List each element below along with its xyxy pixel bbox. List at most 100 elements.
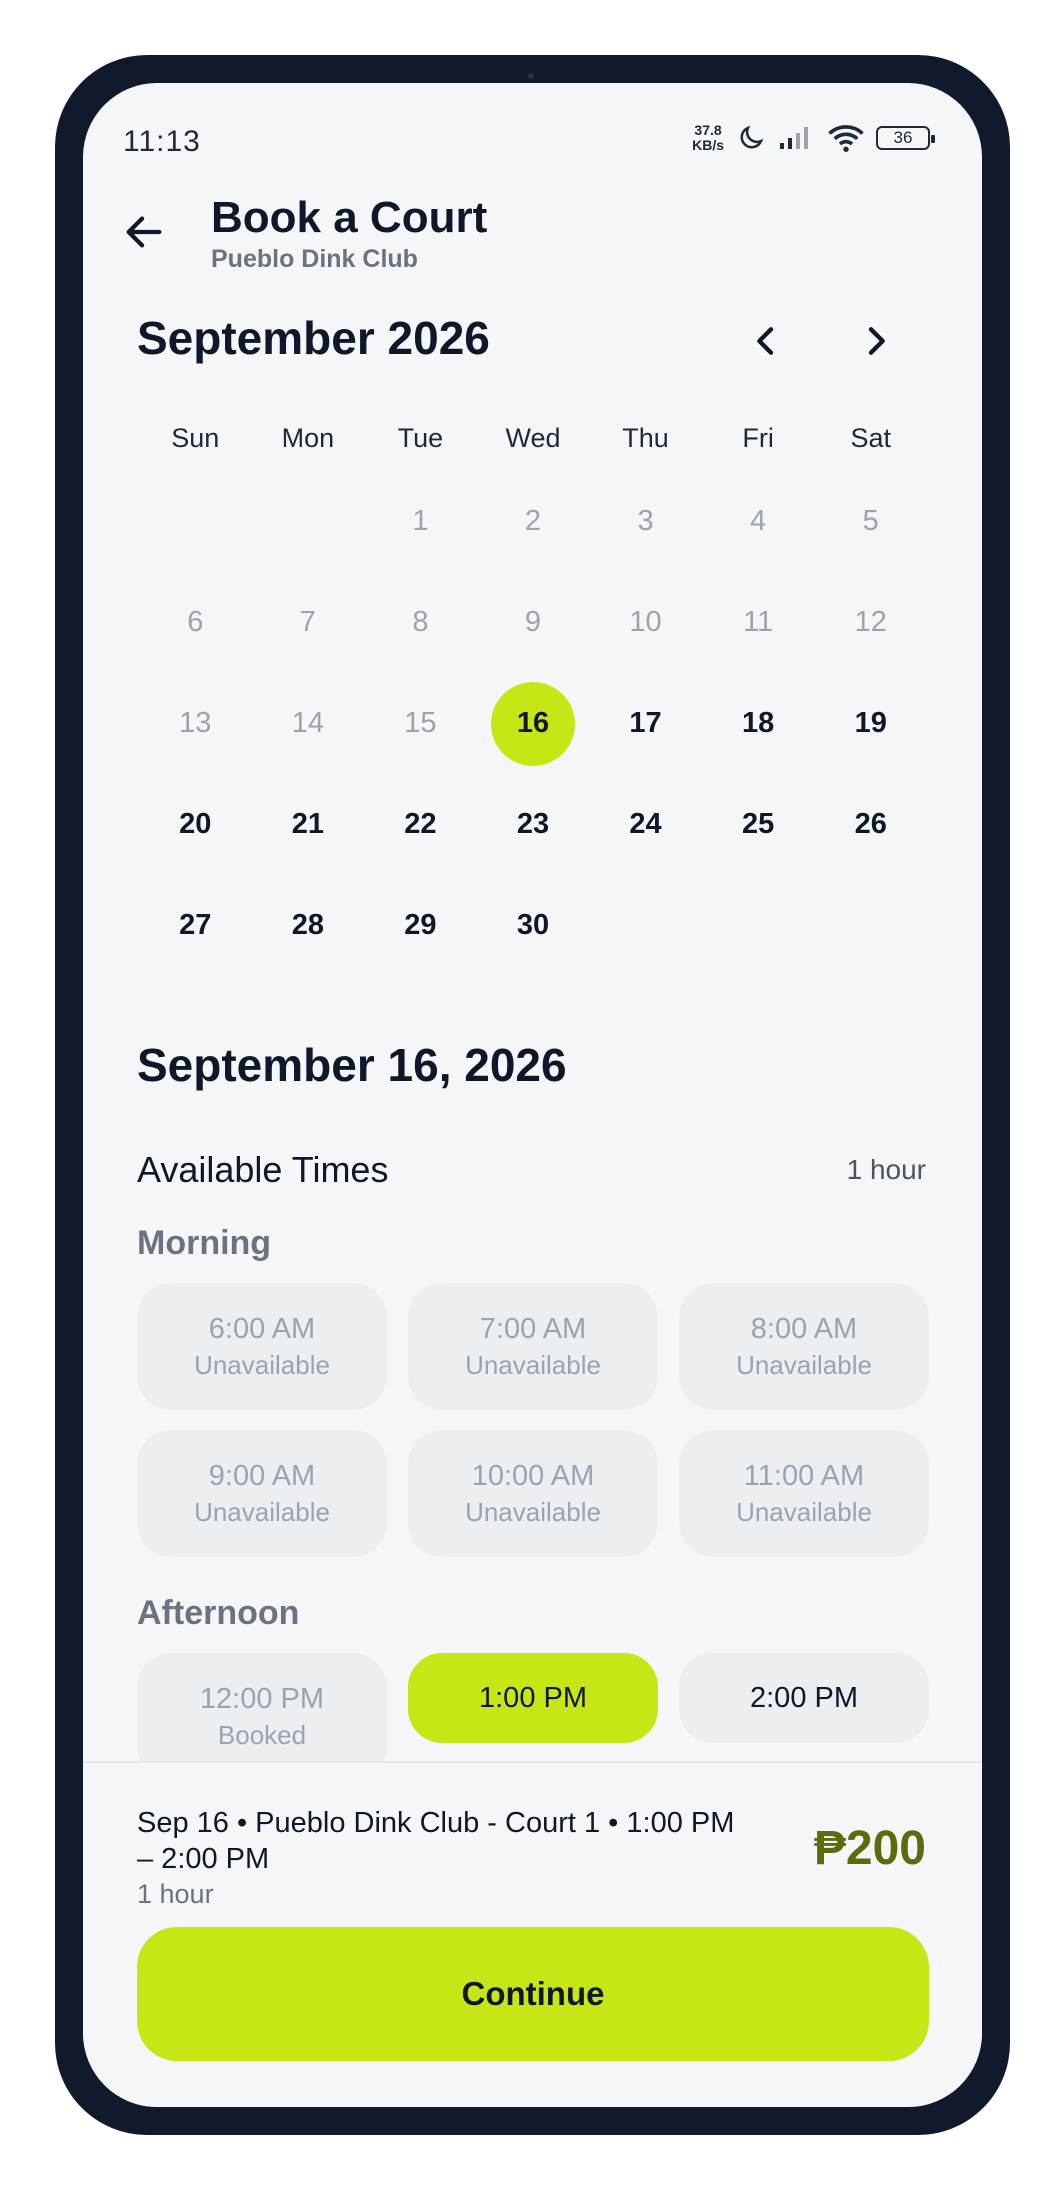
calendar-day: 13 [139,673,252,774]
month-title: September 2026 [137,312,490,364]
calendar-empty-cell [139,471,252,572]
time-slot-time: 9:00 AM [208,1459,316,1492]
calendar-day[interactable]: 19 [814,673,927,774]
calendar-day-number: 29 [404,909,437,941]
calendar-empty-cell [252,471,365,572]
calendar-day-selected[interactable]: 16 [477,673,590,774]
booking-price: ₱200 [813,1822,926,1875]
morning-slots: 6:00 AM Unavailable 7:00 AM Unavailable 8:00… [137,1283,929,1557]
calendar-day-number: 1 [412,505,429,537]
time-slot[interactable]: 2:00 PM [679,1653,929,1743]
time-slot-time: 6:00 AM [208,1312,316,1345]
time-slot: 10:00 AM Unavailable [408,1430,658,1557]
time-slot: 8:00 AM Unavailable [679,1283,929,1410]
moon-icon [740,125,764,149]
calendar-day[interactable]: 29 [364,875,477,976]
time-slot-time: 8:00 AM [750,1312,858,1345]
time-slot-status: Unavailable [736,1496,872,1527]
calendar-day-number: 10 [629,606,662,638]
calendar-day[interactable]: 23 [477,774,590,875]
time-slot-time: 10:00 AM [471,1459,595,1492]
calendar: Sun Mon Tue Wed Thu Fri Sat 1 2 3 4 5 6 7 8 9 10 11 12 13 1… [139,413,927,976]
continue-button[interactable]: Continue [137,1927,929,2061]
calendar-day[interactable]: 30 [477,875,590,976]
calendar-day-number: 8 [412,606,429,638]
time-slot-status: Unavailable [736,1349,872,1380]
battery-icon: 36 [876,126,935,150]
booking-duration: 1 hour [137,1879,214,1909]
weekday-row: Sun Mon Tue Wed Thu Fri Sat [139,413,927,463]
calendar-day-number: 17 [629,707,662,739]
afternoon-label: Afternoon [137,1594,300,1632]
calendar-day: 12 [814,572,927,673]
calendar-day-number: 3 [637,505,654,537]
duration-label: 1 hour [846,1154,926,1185]
weekday-label: Tue [397,423,444,453]
calendar-day-number: 25 [741,808,775,840]
time-slot-status: Unavailable [194,1496,330,1527]
calendar-day-number: 26 [854,808,887,840]
page-subtitle: Pueblo Dink Club [211,245,418,273]
time-slot-status: Booked [217,1719,307,1750]
calendar-day-number: 18 [741,707,775,739]
calendar-day-number: 4 [750,505,767,537]
calendar-day: 4 [702,471,815,572]
time-slot-status: Unavailable [465,1349,601,1380]
calendar-day[interactable]: 24 [589,774,702,875]
calendar-day: 14 [252,673,365,774]
calendar-day: 2 [477,471,590,572]
calendar-day: 3 [589,471,702,572]
time-slot: 9:00 AM Unavailable [137,1430,387,1557]
calendar-day: 1 [364,471,477,572]
arrow-left-icon[interactable] [121,209,167,255]
calendar-day[interactable]: 22 [364,774,477,875]
calendar-day-number: 12 [854,606,887,638]
calendar-day-number: 20 [179,808,212,840]
time-slot-time: 11:00 AM [743,1459,865,1492]
screen: 11:13 37.8 KB/s 36 Book a Court Pueblo D… [83,83,982,2107]
calendar-day[interactable]: 27 [139,875,252,976]
calendar-day-number: 19 [854,707,887,739]
network-speed: 37.8 KB/s [692,123,724,153]
calendar-day-number: 6 [187,606,204,638]
time-slot-selected[interactable]: 1:00 PM [408,1653,658,1743]
calendar-day: 8 [364,572,477,673]
calendar-day-number: 27 [179,909,212,941]
weekday-label: Wed [505,423,561,453]
calendar-day-number: 24 [629,808,662,840]
calendar-day-number: 21 [291,808,324,840]
status-icons: 37.8 KB/s 36 [692,123,935,153]
weekday-label: Fri [742,423,774,453]
weekday-label: Sun [171,423,220,453]
camera-icon [528,73,534,79]
time-slot: 11:00 AM Unavailable [679,1430,929,1557]
calendar-day[interactable]: 21 [252,774,365,875]
time-slot-time: 1:00 PM [479,1681,587,1714]
time-slot: 7:00 AM Unavailable [408,1283,658,1410]
weekday-label: Mon [281,423,335,453]
calendar-day[interactable]: 20 [139,774,252,875]
chevron-left-icon[interactable] [746,321,786,361]
calendar-day[interactable]: 26 [814,774,927,875]
calendar-day-number: 7 [299,606,316,638]
time-slot: 6:00 AM Unavailable [137,1283,387,1410]
calendar-day[interactable]: 25 [702,774,815,875]
calendar-day[interactable]: 17 [589,673,702,774]
time-slot-status: Unavailable [194,1349,330,1380]
signal-icon [780,127,808,149]
day-grid: 1 2 3 4 5 6 7 8 9 10 11 12 13 14 15 16 17 18 19 20 21 22 23 24 2… [139,471,927,976]
time-slot-time: 7:00 AM [479,1312,587,1345]
available-times-label: Available Times [137,1149,389,1190]
calendar-day[interactable]: 18 [702,673,815,774]
morning-label: Morning [137,1224,272,1262]
calendar-day-number: 2 [524,505,542,537]
calendar-day-number: 16 [490,681,575,766]
calendar-day-number: 22 [404,808,437,840]
calendar-day-number: 28 [291,909,324,941]
calendar-day-number: 23 [516,808,550,840]
time-slot-time: 2:00 PM [750,1681,858,1714]
selected-date-heading: September 16, 2026 [137,1039,567,1091]
chevron-right-icon[interactable] [856,321,896,361]
calendar-day[interactable]: 28 [252,875,365,976]
calendar-day: 11 [702,572,815,673]
